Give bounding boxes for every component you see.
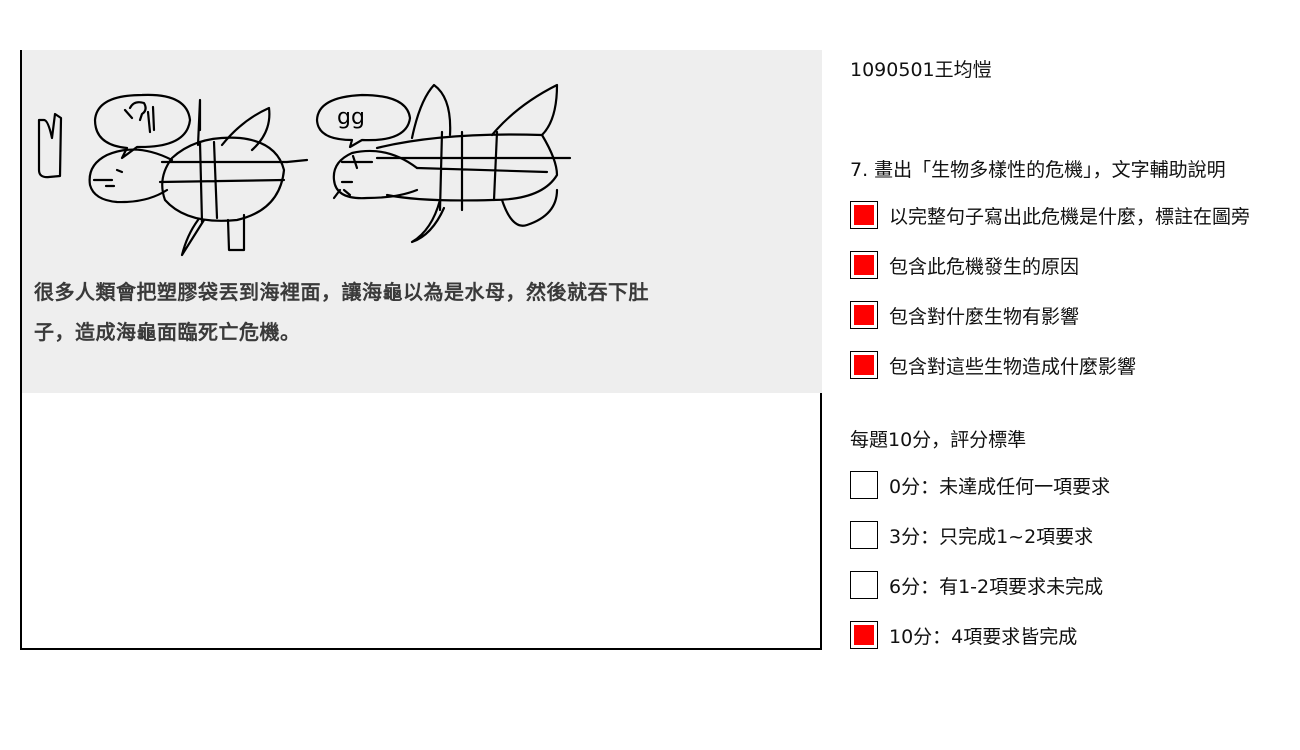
caption-line-1: 很多人類會把塑膠袋丟到海裡面，讓海龜以為是水母，然後就吞下肚 [34, 280, 649, 304]
requirement-label: 包含對這些生物造成什麼影響 [889, 355, 1137, 378]
score-label: 3分：只完成1~2項要求 [889, 525, 1094, 548]
requirement-label: 以完整句子寫出此危機是什麼，標註在圖旁 [889, 205, 1251, 228]
score-label: 0分：未達成任何一項要求 [889, 475, 1111, 498]
drawing-caption: 很多人類會把塑膠袋丟到海裡面，讓海龜以為是水母，然後就吞下肚 子，造成海龜面臨死… [34, 272, 754, 352]
student-name: 1090501王均愷 [850, 59, 992, 81]
requirement-label: 包含對什麼生物有影響 [889, 305, 1080, 328]
score-option[interactable]: 0分：未達成任何一項要求 [850, 470, 1110, 500]
student-drawing: gg 很多人類會把塑膠袋丟到海裡面，讓海龜以為是水母，然後就吞下肚 子，造成海龜… [22, 50, 822, 393]
speech-bubble-1 [93, 93, 192, 160]
turtle-1-head [88, 148, 174, 204]
plastic-bag-sketch [37, 112, 63, 179]
speech-bubble-text: gg [337, 105, 365, 130]
score-checkbox[interactable] [850, 471, 878, 499]
requirement-label: 包含此危機發生的原因 [889, 255, 1080, 278]
requirement-checkbox[interactable] [850, 251, 878, 279]
question-title: 7. 畫出「生物多樣性的危機」，文字輔助說明 [850, 159, 1226, 181]
score-label: 10分：4項要求皆完成 [889, 625, 1078, 648]
score-checkbox[interactable] [850, 521, 878, 549]
scoring-title: 每題10分，評分標準 [850, 429, 1027, 451]
score-option[interactable]: 10分：4項要求皆完成 [850, 620, 1077, 650]
requirement-item[interactable]: 包含對這些生物造成什麼影響 [850, 350, 1136, 380]
score-checkbox[interactable] [850, 621, 878, 649]
requirement-item[interactable]: 包含此危機發生的原因 [850, 250, 1079, 280]
requirement-item[interactable]: 以完整句子寫出此危機是什麼，標註在圖旁 [850, 200, 1250, 230]
requirement-item[interactable]: 包含對什麼生物有影響 [850, 300, 1079, 330]
score-option[interactable]: 6分：有1-2項要求未完成 [850, 570, 1103, 600]
requirement-checkbox[interactable] [850, 201, 878, 229]
score-option[interactable]: 3分：只完成1~2項要求 [850, 520, 1093, 550]
turtle-2-shell [375, 133, 559, 202]
score-checkbox[interactable] [850, 571, 878, 599]
requirement-checkbox[interactable] [850, 351, 878, 379]
score-label: 6分：有1-2項要求未完成 [889, 575, 1104, 598]
drawing-canvas[interactable]: gg 很多人類會把塑膠袋丟到海裡面，讓海龜以為是水母，然後就吞下肚 子，造成海龜… [20, 50, 822, 650]
requirement-checkbox[interactable] [850, 301, 878, 329]
caption-line-2: 子，造成海龜面臨死亡危機。 [34, 320, 301, 344]
